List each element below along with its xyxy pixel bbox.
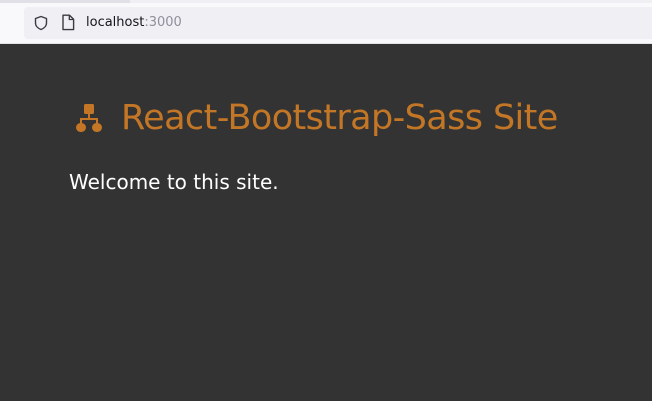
address-bar[interactable]: localhost:3000 bbox=[24, 7, 652, 39]
browser-toolbar: localhost:3000 bbox=[0, 3, 652, 44]
browser-window: localhost:3000 React-Bootstrap-Sass Site… bbox=[0, 0, 652, 401]
sitemap-icon bbox=[76, 104, 102, 132]
url-port: :3000 bbox=[144, 15, 182, 30]
url-text[interactable]: localhost:3000 bbox=[86, 15, 182, 31]
url-host: localhost bbox=[86, 15, 145, 30]
page-title: React-Bootstrap-Sass Site bbox=[121, 98, 558, 138]
welcome-text: Welcome to this site. bbox=[69, 170, 279, 194]
page-heading: React-Bootstrap-Sass Site bbox=[76, 96, 558, 140]
shield-icon[interactable] bbox=[33, 15, 49, 31]
page-icon[interactable] bbox=[61, 14, 75, 31]
page-content: React-Bootstrap-Sass Site Welcome to thi… bbox=[0, 44, 652, 401]
